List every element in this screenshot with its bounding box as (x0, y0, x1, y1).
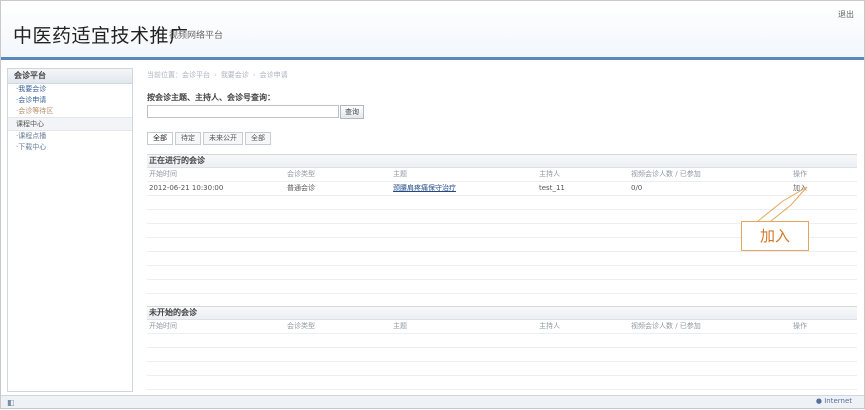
join-link[interactable]: 加入 (793, 182, 807, 195)
empty-row (147, 362, 857, 376)
browser-frame: 中医药适宜技术推广 视频网络平台 退出 会诊平台 ·我要会诊 ·会诊申请 ·会诊… (0, 0, 865, 409)
empty-row (147, 348, 857, 362)
table-header-row: 开始时间 会诊类型 主题 主持人 视频会诊人数 / 已参加 操作 (147, 320, 857, 334)
tab-pending[interactable]: 待定 (175, 132, 201, 145)
brand-subtitle: 视频网络平台 (169, 31, 224, 41)
sidebar-group-consult[interactable]: 会诊平台 (8, 69, 132, 84)
topic-link[interactable]: 颈腰肩疼痛保守治疗 (393, 182, 456, 195)
logout-link[interactable]: 退出 (838, 9, 854, 20)
filter-tabs: 全部 待定 未来公开 全部 (147, 132, 271, 145)
sidebar-item-downloads[interactable]: ·下载中心 (8, 142, 132, 153)
tab-all[interactable]: 全部 (147, 132, 173, 145)
callout-label: 加入 (759, 227, 790, 245)
panel-title: 正在进行的会诊 (147, 155, 857, 168)
column-header: 会诊类型 (287, 170, 315, 178)
column-header: 开始时间 (149, 322, 177, 330)
security-zone: ● Internet (815, 397, 852, 405)
column-header: 开始时间 (149, 170, 177, 178)
tab-all-2[interactable]: 全部 (245, 132, 271, 145)
status-bar: ◧ ● Internet (1, 395, 864, 408)
sidebar-item-my-consult[interactable]: ·我要会诊 (8, 84, 132, 95)
table-row: 2012-06-21 10:30:00 普通会诊 颈腰肩疼痛保守治疗 test_… (147, 182, 857, 196)
table-header-row: 开始时间 会诊类型 主题 主持人 视频会诊人数 / 已参加 操作 (147, 168, 857, 182)
column-header: 视频会诊人数 / 已参加 (631, 170, 701, 178)
empty-row (147, 280, 857, 294)
breadcrumb-item[interactable]: 当前位置：会诊平台 (147, 71, 210, 79)
search-button[interactable]: 查询 (340, 105, 364, 119)
brand-title: 中医药适宜技术推广 (13, 25, 189, 47)
sidebar-item-consult-apply[interactable]: ·会诊申请 (8, 95, 132, 106)
sidebar-item-waiting-area[interactable]: ·会诊等待区 (8, 106, 132, 117)
breadcrumb: 当前位置：会诊平台 › 我要会诊 › 会诊申请 (147, 71, 288, 79)
upcoming-consult-panel: 未开始的会诊 开始时间 会诊类型 主题 主持人 视频会诊人数 / 已参加 操作 (147, 306, 857, 404)
breadcrumb-item: 会诊申请 (259, 71, 288, 79)
search-label: 按会诊主题、主持人、会诊号查询： (147, 93, 275, 102)
start-time-cell: 2012-06-21 10:30:00 (149, 184, 224, 192)
search-input[interactable] (147, 105, 339, 118)
page-icon: ◧ (7, 398, 15, 407)
empty-row (147, 196, 857, 210)
column-header: 主持人 (539, 322, 560, 330)
breadcrumb-item[interactable]: 我要会诊 (221, 71, 249, 79)
column-header: 主持人 (539, 170, 560, 178)
empty-row (147, 252, 857, 266)
empty-row (147, 266, 857, 280)
consult-type-cell: 普通会诊 (287, 184, 315, 192)
column-header: 操作 (793, 322, 807, 330)
sidebar: 会诊平台 ·我要会诊 ·会诊申请 ·会诊等待区 课程中心 ·课程点播 ·下载中心 (7, 68, 133, 392)
sidebar-item-course-vod[interactable]: ·课程点播 (8, 131, 132, 142)
column-header: 主题 (393, 170, 407, 178)
app-header: 中医药适宜技术推广 视频网络平台 退出 (1, 1, 864, 60)
empty-row (147, 334, 857, 348)
empty-row (147, 376, 857, 390)
participants-cell: 0/0 (631, 184, 643, 192)
tab-upcoming[interactable]: 未来公开 (203, 132, 243, 145)
column-header: 主题 (393, 322, 407, 330)
column-header: 操作 (793, 170, 807, 178)
security-zone-label: Internet (824, 397, 852, 405)
panel-title: 未开始的会诊 (147, 307, 857, 320)
column-header: 视频会诊人数 / 已参加 (631, 322, 701, 330)
column-header: 会诊类型 (287, 322, 315, 330)
sidebar-group-courses[interactable]: 课程中心 (8, 117, 132, 131)
host-cell: test_11 (539, 184, 565, 192)
join-callout: 加入 (741, 221, 809, 251)
